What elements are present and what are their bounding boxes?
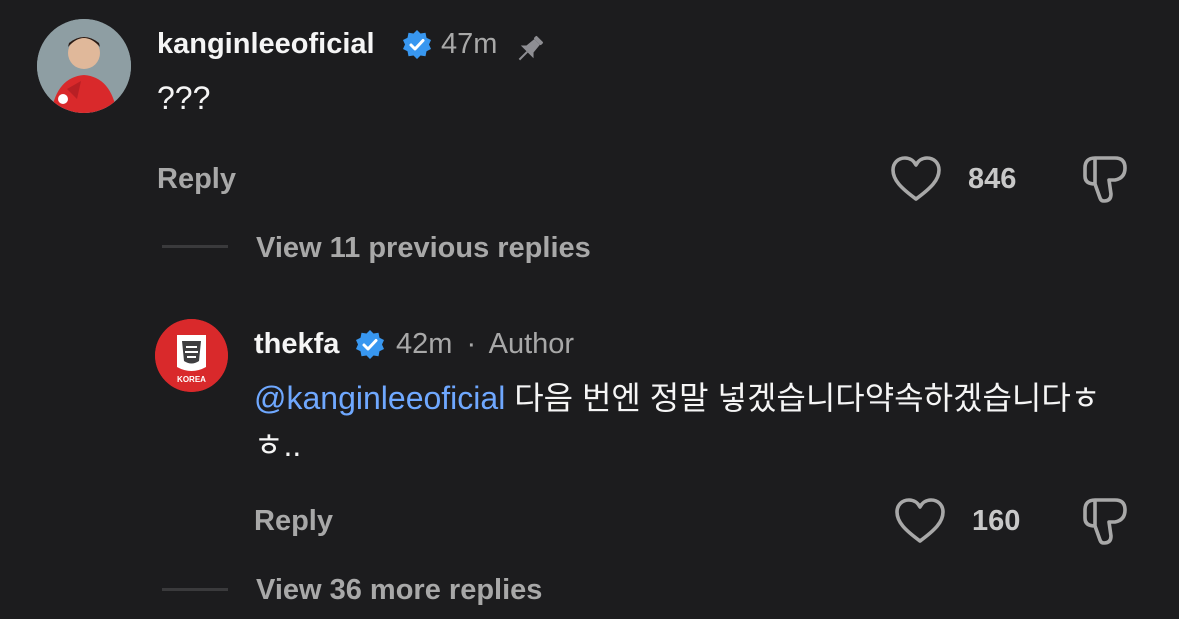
heart-icon[interactable] [889,154,943,204]
avatar[interactable] [37,19,131,113]
mention-link[interactable]: @kanginleeoficial [254,380,505,416]
avatar-badge-text: KOREA [177,375,206,384]
like-count: 846 [968,163,1017,195]
thread-line [162,245,228,248]
meta-separator: · [466,328,477,360]
timestamp: 47m [441,28,498,60]
dislike-icon[interactable] [1081,154,1129,206]
thread-line [162,588,228,591]
like-count: 160 [972,505,1021,537]
avatar[interactable]: KOREA [155,319,228,392]
view-more-replies[interactable]: View 36 more replies [256,574,542,607]
pin-icon [512,31,548,67]
dislike-icon[interactable] [1081,496,1129,548]
view-previous-replies[interactable]: View 11 previous replies [256,232,591,265]
timestamp: 42m · Author [396,328,574,361]
author-label: Author [488,328,575,360]
timestamp-value: 42m [396,328,453,360]
username[interactable]: thekfa [254,328,339,361]
username[interactable]: kanginleeoficial [157,28,375,61]
verified-badge-icon [401,29,433,61]
reply-button[interactable]: Reply [254,505,333,538]
comment-text: @kanginleeoficial 다음 번엔 정말 넣겠습니다약속하겠습니다ㅎ… [254,375,1134,469]
reply-button[interactable]: Reply [157,163,236,196]
verified-badge-icon [354,329,386,361]
heart-icon[interactable] [893,496,947,546]
comment-text: ??? [157,80,211,116]
